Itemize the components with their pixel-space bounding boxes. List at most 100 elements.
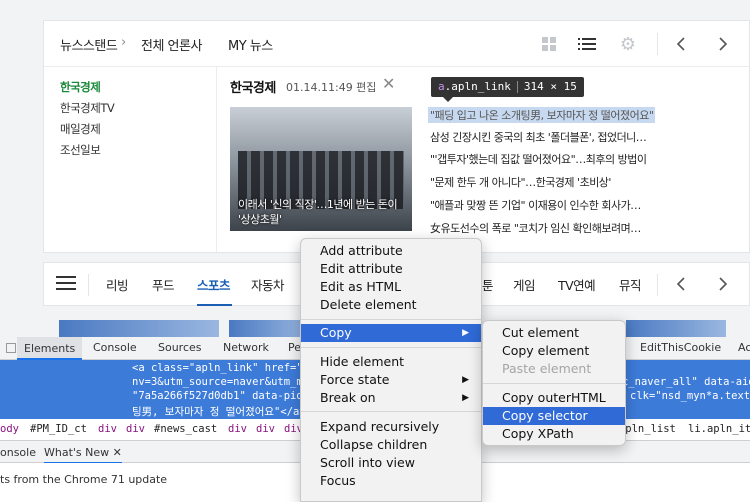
dom-crumb[interactable]: ody <box>0 423 19 435</box>
code-line: nv=3&utm_source=naver&utm_m <box>132 376 303 388</box>
menu-item-force-state[interactable]: Force state ▶ <box>301 371 481 389</box>
menu-divider <box>301 347 481 348</box>
breadcrumb-all-press[interactable]: 전체 언론사 <box>141 35 202 54</box>
press-item-hankyung[interactable]: 한국경제 <box>60 79 101 95</box>
tab-tv-ent[interactable]: TV연예 <box>558 275 596 294</box>
menu-divider <box>483 383 625 384</box>
code-line-right: c_naver_all" data-aid <box>622 376 750 388</box>
list-view-icon[interactable] <box>576 33 598 55</box>
tab-network[interactable]: Network <box>223 341 269 354</box>
newsstand-header: 뉴스스탠드 › 전체 언론사 MY 뉴스 ⚙ <box>44 21 750 67</box>
menu-item-add-attribute[interactable]: Add attribute <box>301 242 481 260</box>
chevron-right-icon[interactable] <box>712 273 734 295</box>
tooltip-class: .apln_link <box>444 80 511 93</box>
headline-link[interactable]: 삼성 긴장시킨 중국의 최초 '폴더블폰', 접었더니… <box>430 129 647 145</box>
menu-divider <box>301 411 481 412</box>
menu-item-copy-element[interactable]: Copy element <box>483 342 625 360</box>
chevron-right-icon[interactable] <box>712 33 734 55</box>
headline-link[interactable]: "애플과 맞짱 뜬 기업" 이재용이 인수한 회사가… <box>430 197 641 213</box>
menu-item-focus[interactable]: Focus <box>301 472 481 490</box>
code-line-right: clk="nsd_myn*a.text" <box>630 390 750 402</box>
breadcrumb-separator: › <box>121 35 126 50</box>
drawer-tab-whats-new[interactable]: What's New ✕ <box>44 446 122 464</box>
category-divider <box>657 274 658 296</box>
content-thumbnail[interactable] <box>626 320 726 338</box>
chevron-left-icon[interactable] <box>670 33 692 55</box>
tab-console[interactable]: Console <box>93 341 137 354</box>
menu-item-scroll-into-view[interactable]: Scroll into view <box>301 454 481 472</box>
dom-crumb[interactable]: li.apln_item <box>688 423 750 435</box>
menu-item-copy-selector[interactable]: Copy selector <box>483 407 625 425</box>
code-line: <a class="apln_link" href=" <box>132 362 303 374</box>
category-divider <box>88 274 89 296</box>
thumbnail-caption: 이래서 '신의 직장'…1년에 받는 돈이 '상상초월' <box>238 198 398 226</box>
drawer-tab-label: What's New <box>44 446 110 459</box>
tab-sources[interactable]: Sources <box>158 341 202 354</box>
menu-item-label: Break on <box>320 390 376 405</box>
tab-auto[interactable]: 자동차 <box>251 275 285 294</box>
chevron-left-icon[interactable] <box>670 273 692 295</box>
menu-item-label: Copy <box>320 325 352 340</box>
dom-crumb[interactable]: #news_cast <box>154 423 217 435</box>
tooltip-tag: a <box>438 80 445 93</box>
close-icon[interactable]: ✕ <box>382 74 395 93</box>
dom-crumb[interactable]: div <box>98 423 117 435</box>
breadcrumb-newsstand[interactable]: 뉴스스탠드 <box>60 35 118 54</box>
menu-item-hide-element[interactable]: Hide element <box>301 353 481 371</box>
tab-editthiscookie[interactable]: EditThisCookie <box>640 341 721 354</box>
whats-new-text: ts from the Chrome 71 update <box>0 473 168 486</box>
inspector-tooltip: a.apln_link 314 × 15 <box>431 77 584 97</box>
tab-music[interactable]: 뮤직 <box>619 275 642 294</box>
menu-item-edit-attribute[interactable]: Edit attribute <box>301 260 481 278</box>
tab-elements[interactable]: Elements <box>17 337 83 360</box>
menu-item-delete-element[interactable]: Delete element <box>301 296 481 314</box>
headline-link[interactable]: "문제 한두 개 아니다"…한국경제 '초비상' <box>430 174 611 190</box>
dom-crumb[interactable]: #PM_ID_ct <box>30 423 87 435</box>
menu-item-paste-element: Paste element <box>502 361 592 376</box>
content-thumbnail[interactable] <box>59 320 219 338</box>
menu-divider <box>301 319 481 320</box>
close-icon[interactable]: ✕ <box>113 446 122 459</box>
code-line: "7a5a266f527d0db1" data-pid <box>132 390 303 402</box>
menu-item-collapse-children[interactable]: Collapse children <box>301 436 481 454</box>
press-item-maeil[interactable]: 매일경제 <box>60 121 101 137</box>
menu-item-copy[interactable]: Copy ▶ <box>301 324 481 342</box>
headline-link[interactable]: "패딩 입고 나온 소개팅男, 보자마자 정 떨어졌어요" <box>428 107 656 123</box>
menu-item-copy-outerhtml[interactable]: Copy outerHTML <box>483 389 625 407</box>
grid-view-icon[interactable] <box>538 33 560 55</box>
press-item-chosun[interactable]: 조선일보 <box>60 142 101 158</box>
dom-crumb[interactable]: div <box>256 423 275 435</box>
dock-icon[interactable] <box>6 343 16 353</box>
settings-gear-icon[interactable]: ⚙ <box>617 33 639 55</box>
headline-link[interactable]: "'갭투자'했는데 집값 떨어졌어요"…최후의 방법이 <box>430 151 647 167</box>
menu-item-cut-element[interactable]: Cut element <box>483 324 625 342</box>
dom-crumb[interactable]: div <box>126 423 145 435</box>
headline-thumbnail[interactable]: 이래서 '신의 직장'…1년에 받는 돈이 '상상초월' <box>230 107 412 231</box>
breadcrumb-my-news[interactable]: MY 뉴스 <box>228 35 273 54</box>
hamburger-menu-icon[interactable] <box>56 272 76 296</box>
tab-living[interactable]: 리빙 <box>106 275 129 294</box>
tab-toon[interactable]: 툰 <box>482 275 494 294</box>
menu-item-expand-recursively[interactable]: Expand recursively <box>301 418 481 436</box>
tab-game[interactable]: 게임 <box>513 275 536 294</box>
submenu-arrow-icon: ▶ <box>462 393 469 403</box>
tooltip-arrow <box>443 97 453 102</box>
menu-item-label: Force state <box>320 372 390 387</box>
code-line: 팅男, 보자마자 정 떨어졌어요"</a> == <box>132 406 325 418</box>
dom-crumb[interactable]: div <box>228 423 247 435</box>
press-logo[interactable]: 한국경제 <box>230 77 276 96</box>
menu-item-break-on[interactable]: Break on ▶ <box>301 389 481 407</box>
tab-overflow[interactable]: Ac <box>738 341 750 354</box>
menu-item-copy-xpath[interactable]: Copy XPath <box>483 425 625 443</box>
drawer-tab-console[interactable]: onsole <box>0 446 36 459</box>
headline-link[interactable]: 女유도선수의 폭로 "코치가 임신 확인해보려며… <box>430 220 641 236</box>
edit-timestamp: 01.14.11:49 편집 <box>286 81 377 94</box>
tab-sports[interactable]: 스포츠 <box>197 275 231 294</box>
tooltip-size: 314 × 15 <box>523 80 577 93</box>
tab-food[interactable]: 푸드 <box>152 275 175 294</box>
press-item-hankyung-tv[interactable]: 한국경제TV <box>60 100 115 116</box>
header-divider <box>657 33 658 55</box>
content-thumbnail[interactable] <box>229 320 309 338</box>
press-divider <box>216 67 217 254</box>
menu-item-edit-html[interactable]: Edit as HTML <box>301 278 481 296</box>
